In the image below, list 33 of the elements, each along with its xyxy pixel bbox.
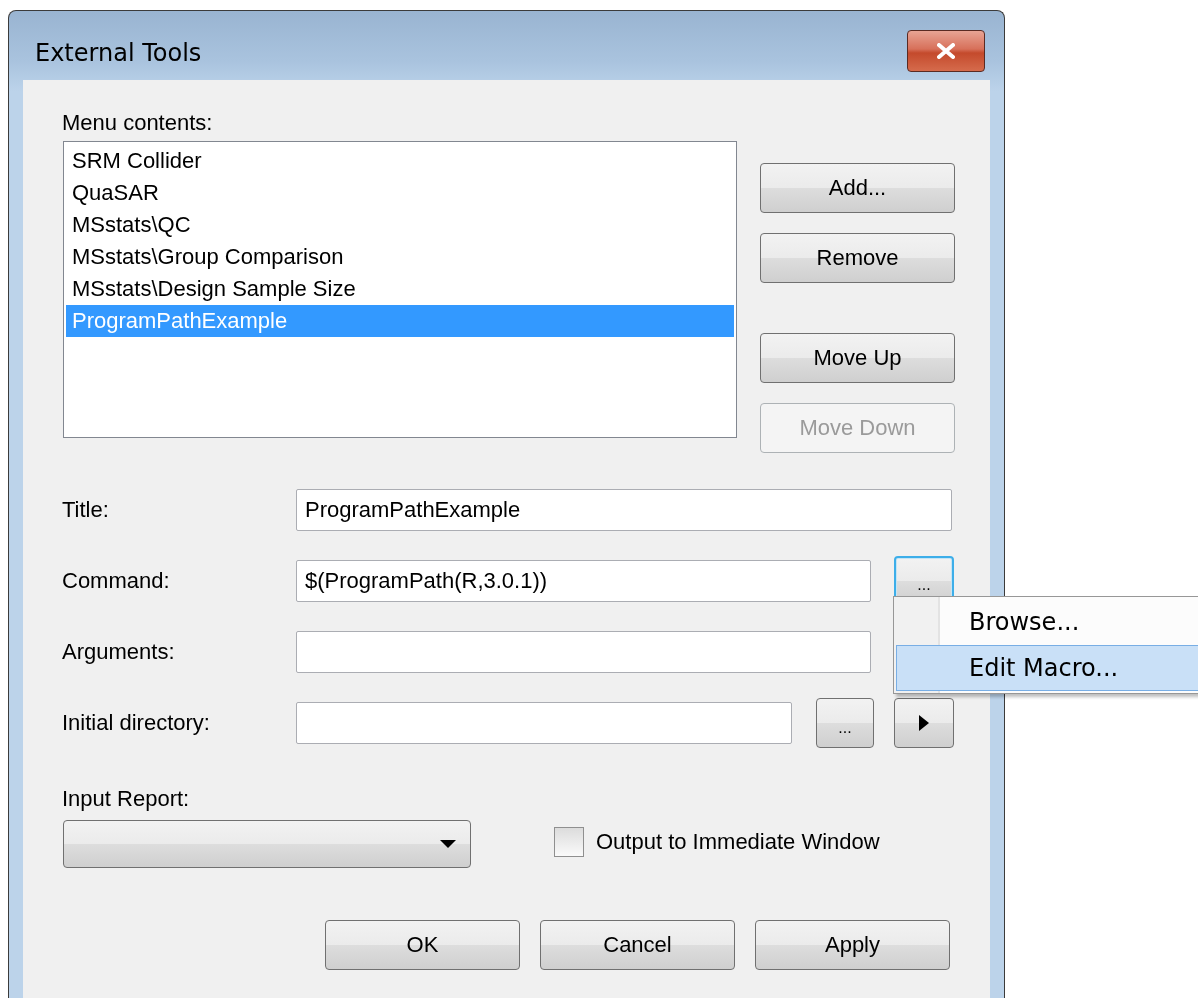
- caret-icon: [440, 840, 456, 848]
- text-field[interactable]: [296, 631, 871, 673]
- field-label: Input Report:: [62, 786, 191, 812]
- close-button[interactable]: [907, 29, 985, 72]
- menu-contents-list[interactable]: SRM Collider QuaSAR MSstats\QC MSstats\Group Comparison MSstats\Design Sample Size ProgramPathExample: [63, 141, 737, 438]
- list-item[interactable]: MSstats\Design Sample Size: [66, 273, 734, 305]
- text-field[interactable]: ProgramPathExample: [296, 489, 952, 531]
- right-triangle-icon: [919, 715, 929, 731]
- checkbox-label: Output to Immediate Window: [596, 829, 880, 855]
- text-field[interactable]: [296, 702, 792, 744]
- field-label: Command:: [62, 568, 171, 594]
- close-icon: [937, 42, 955, 59]
- side-button[interactable]: Remove: [760, 233, 955, 283]
- dialog-button[interactable]: OK: [325, 920, 520, 970]
- field-label: Title:: [62, 497, 110, 523]
- field-label: Arguments:: [62, 639, 176, 665]
- dialog-button[interactable]: Apply: [755, 920, 950, 970]
- list-item[interactable]: QuaSAR: [66, 177, 734, 209]
- list-item[interactable]: MSstats\QC: [66, 209, 734, 241]
- side-button[interactable]: Add...: [760, 163, 955, 213]
- list-label: Menu contents:: [62, 110, 214, 136]
- browse-button[interactable]: ...: [816, 698, 874, 748]
- menu-item[interactable]: Edit Macro...: [896, 645, 1198, 691]
- side-button[interactable]: Move Up: [760, 333, 955, 383]
- field-label: Initial directory:: [62, 710, 211, 736]
- text-field[interactable]: $(ProgramPath(R,3.0.1)): [296, 560, 871, 602]
- arrow-button[interactable]: [894, 698, 954, 748]
- list-item[interactable]: SRM Collider: [66, 145, 734, 177]
- input-report-dropdown[interactable]: [63, 820, 471, 868]
- list-item[interactable]: MSstats\Group Comparison: [66, 241, 734, 273]
- checkbox[interactable]: [554, 827, 584, 857]
- window-title: External Tools: [35, 38, 202, 67]
- dialog-button[interactable]: Cancel: [540, 920, 735, 970]
